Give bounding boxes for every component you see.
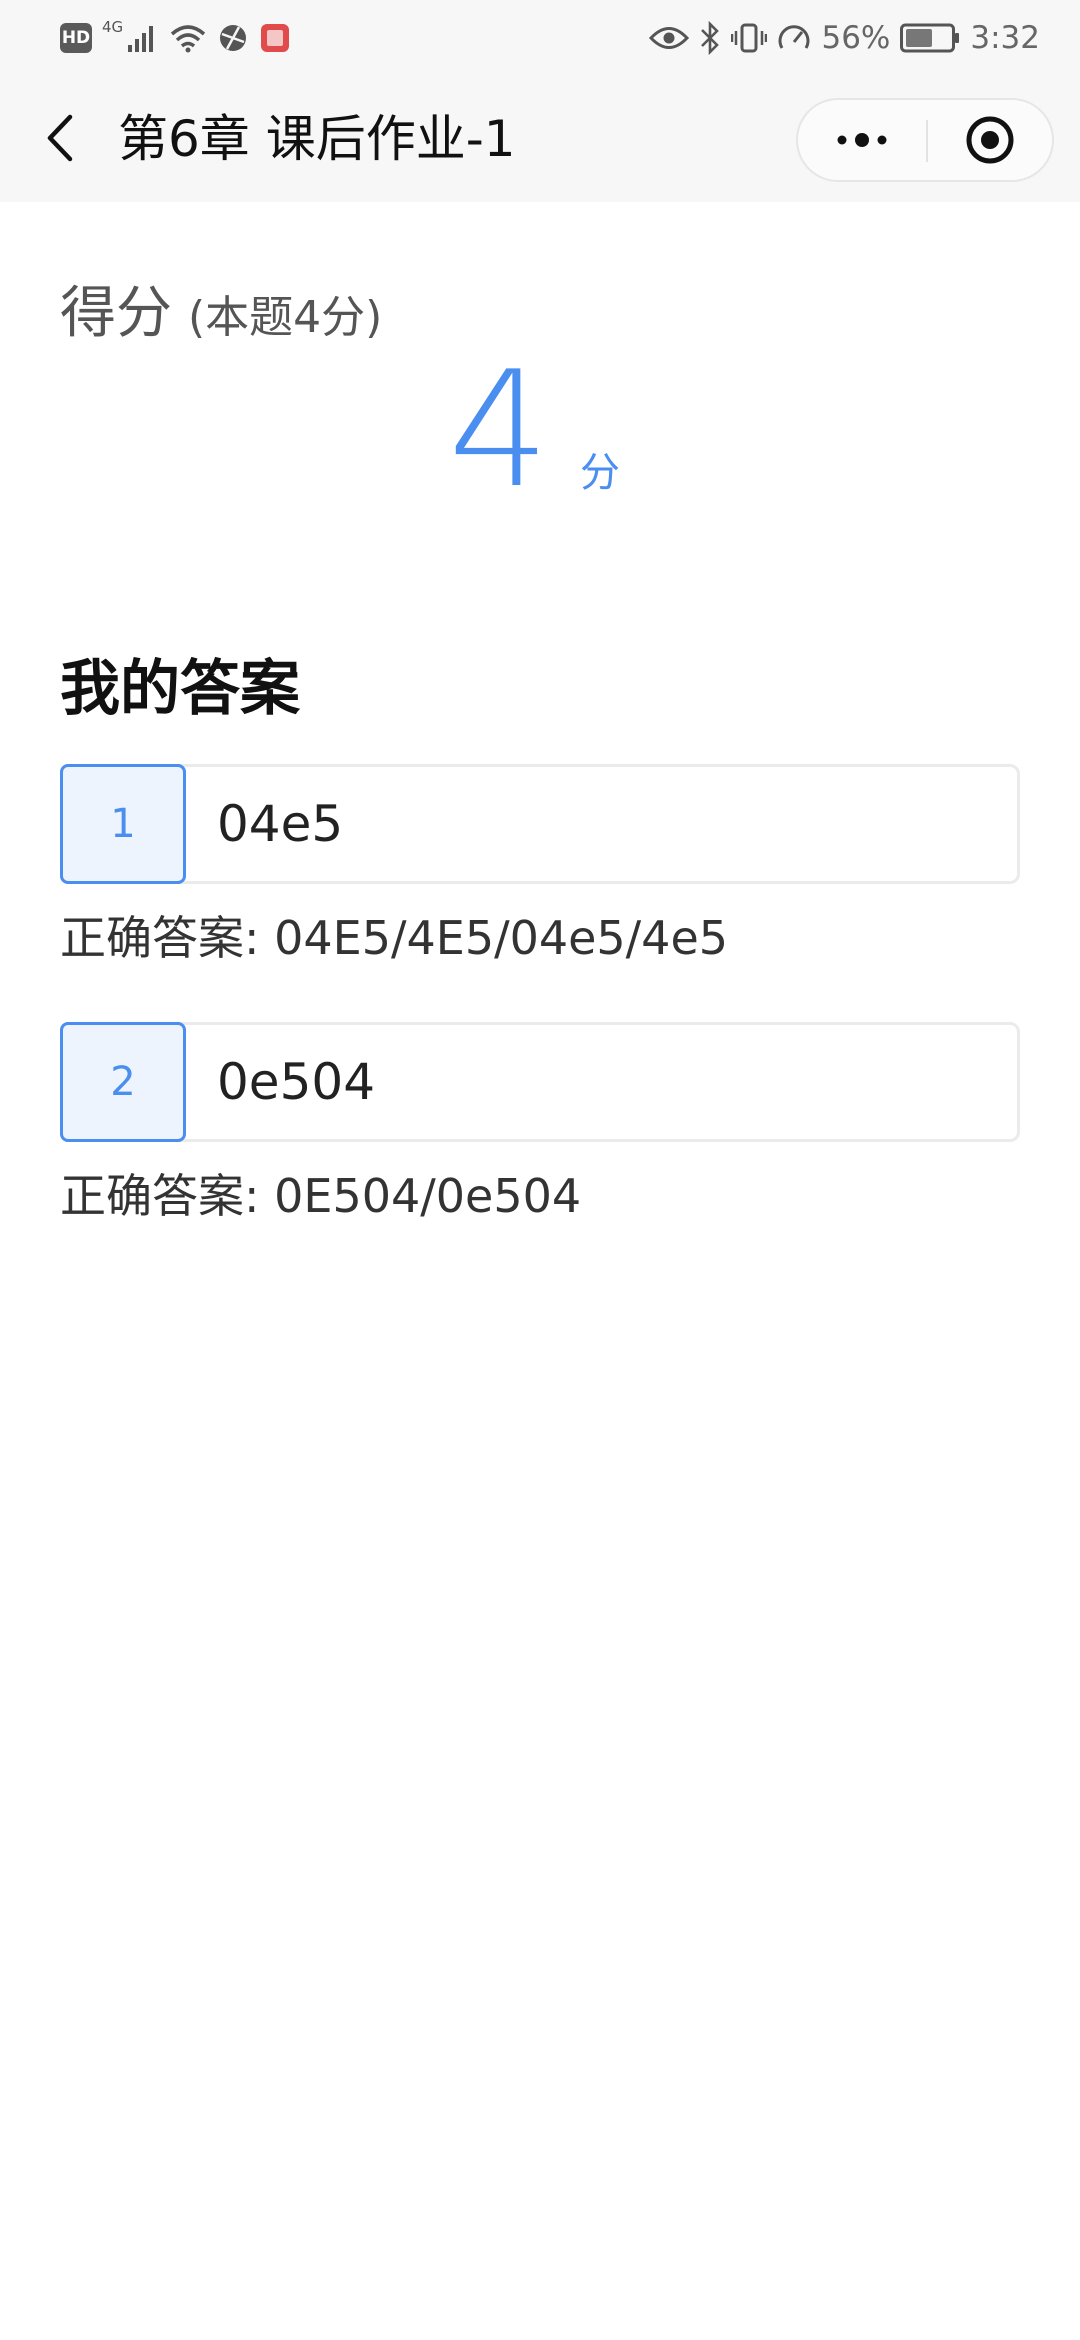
vpn-globe-icon — [217, 22, 249, 54]
score-unit: 分 — [580, 450, 620, 496]
back-button[interactable] — [32, 110, 88, 166]
battery-icon — [900, 23, 960, 53]
page-title: 第6章 课后作业-1 — [118, 110, 516, 168]
answer-item: 1 04e5 — [60, 764, 1020, 884]
score-header: 得分 (本题4分) — [60, 268, 382, 349]
status-left-icons: HD 4G — [60, 18, 291, 58]
score-max-note: (本题4分) — [188, 292, 383, 343]
status-bar: HD 4G 56% 3:32 — [0, 0, 1080, 74]
chevron-left-icon — [47, 114, 73, 162]
correct-answer: 正确答案: 0E504/0e504 — [60, 1169, 582, 1223]
wifi-icon — [169, 23, 207, 53]
close-target-icon — [966, 116, 1014, 164]
status-right-icons: 56% 3:32 — [649, 16, 1040, 60]
eye-icon — [649, 25, 690, 51]
answer-value: 04e5 — [217, 795, 344, 853]
vibrate-icon — [731, 22, 768, 54]
answer-number: 1 — [60, 764, 186, 884]
speedometer-icon — [777, 22, 811, 54]
miniprogram-capsule — [796, 98, 1054, 182]
close-miniprogram-button[interactable] — [928, 100, 1052, 180]
network-type-label: 4G — [102, 18, 124, 36]
my-answers-title: 我的答案 — [60, 654, 300, 724]
score-value: 4 — [448, 336, 550, 523]
score-label: 得分 — [60, 281, 172, 346]
answer-value: 0e504 — [217, 1053, 376, 1111]
nav-bar: 第6章 课后作业-1 — [0, 74, 1080, 202]
signal-icon — [127, 23, 159, 53]
answer-number: 2 — [60, 1022, 186, 1142]
battery-percent: 56% — [821, 20, 891, 56]
notification-app-icon — [259, 22, 291, 54]
bluetooth-icon — [699, 21, 721, 55]
hd-badge: HD — [60, 23, 92, 53]
more-dots-icon — [837, 133, 887, 147]
more-button[interactable] — [798, 100, 926, 180]
answer-item: 2 0e504 — [60, 1022, 1020, 1142]
clock-time: 3:32 — [970, 20, 1040, 56]
correct-answer: 正确答案: 04E5/4E5/04e5/4e5 — [60, 911, 729, 965]
